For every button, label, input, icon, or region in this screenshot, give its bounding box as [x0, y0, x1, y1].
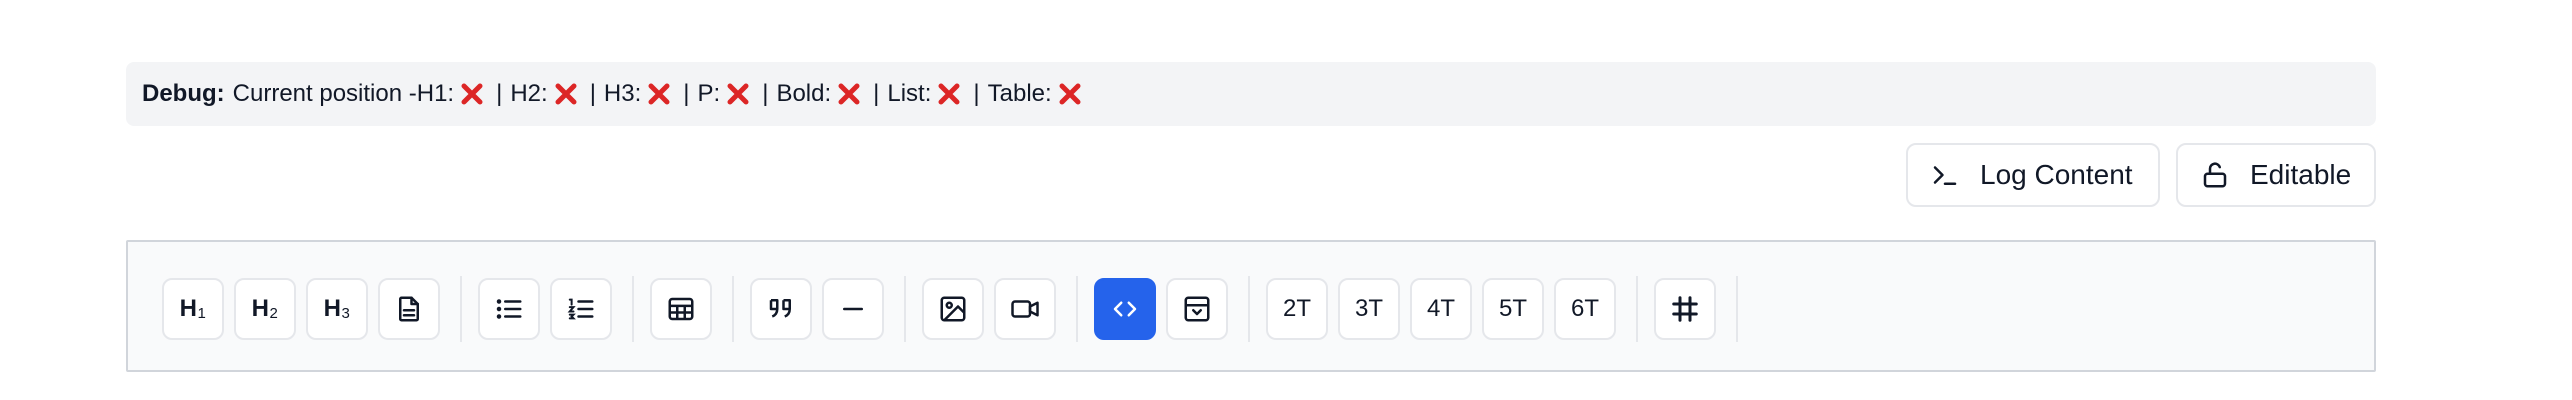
editable-label: Editable — [2250, 159, 2352, 190]
debug-p-label: P: — [697, 80, 721, 107]
debug-separator: | — [589, 80, 596, 107]
debug-h3-label: H3: — [603, 80, 642, 107]
grid-button[interactable] — [1654, 278, 1716, 340]
columns-2-button[interactable]: 2T — [1266, 278, 1328, 340]
archive-button[interactable] — [1166, 278, 1228, 340]
toolbar-divider — [1076, 276, 1078, 342]
columns-5-label: 5T — [1498, 295, 1527, 322]
debug-h2-label: H2: — [510, 80, 548, 107]
x-mark-icon — [727, 83, 749, 105]
debug-separator: | — [683, 80, 690, 107]
horizontal-rule-button[interactable] — [822, 278, 884, 340]
unlock-icon — [2203, 162, 2227, 188]
debug-bar: Debug: Current position - H1: | H2: | H3… — [126, 62, 2376, 126]
x-mark-icon — [461, 83, 483, 105]
code-icon — [1113, 301, 1137, 317]
table-icon — [668, 297, 694, 321]
debug-table-label: Table: — [987, 80, 1052, 107]
debug-bold-label: Bold: — [776, 80, 832, 107]
toolbar-divider — [632, 276, 634, 342]
editor-toolbar: H1 H2 H3 2T 3T 4T 5T 6T — [126, 240, 2376, 372]
columns-6-label: 6T — [1570, 295, 1599, 322]
blockquote-button[interactable] — [750, 278, 812, 340]
terminal-icon — [1933, 166, 1957, 185]
x-mark-icon — [838, 83, 860, 105]
debug-separator: | — [496, 80, 503, 107]
toolbar-divider — [1736, 276, 1738, 342]
debug-separator: | — [762, 80, 769, 107]
heading-3-button[interactable]: H3 — [306, 278, 368, 340]
numbered-list-button[interactable] — [550, 278, 612, 340]
toolbar-divider — [904, 276, 906, 342]
debug-h1-label: H1: — [416, 80, 455, 107]
bullet-list-icon — [496, 299, 522, 319]
debug-label: Debug: — [142, 80, 225, 107]
log-content-button[interactable]: Log Content — [1906, 143, 2160, 207]
toolbar-divider — [1636, 276, 1638, 342]
image-icon — [940, 296, 966, 322]
archive-icon — [1184, 296, 1210, 322]
table-button[interactable] — [650, 278, 712, 340]
toolbar-divider — [1248, 276, 1250, 342]
toolbar-divider — [732, 276, 734, 342]
columns-3-button[interactable]: 3T — [1338, 278, 1400, 340]
x-mark-icon — [1059, 83, 1081, 105]
minus-icon — [843, 307, 863, 311]
debug-separator: | — [973, 80, 980, 107]
heading-2-icon: H2 — [251, 295, 279, 322]
heading-1-button[interactable]: H1 — [162, 278, 224, 340]
log-content-label: Log Content — [1980, 159, 2133, 190]
hash-icon — [1672, 296, 1698, 322]
heading-2-button[interactable]: H2 — [234, 278, 296, 340]
numbered-list-icon — [567, 298, 594, 320]
video-icon — [1011, 300, 1039, 318]
bullet-list-button[interactable] — [478, 278, 540, 340]
insert-video-button[interactable] — [994, 278, 1056, 340]
x-mark-icon — [648, 83, 670, 105]
x-mark-icon — [555, 83, 577, 105]
debug-prefix: Current position - — [232, 80, 417, 107]
heading-3-icon: H3 — [323, 295, 351, 322]
toolbar-divider — [460, 276, 462, 342]
insert-image-button[interactable] — [922, 278, 984, 340]
x-mark-icon — [938, 83, 960, 105]
columns-6-button[interactable]: 6T — [1554, 278, 1616, 340]
debug-list-label: List: — [887, 80, 932, 107]
columns-4-button[interactable]: 4T — [1410, 278, 1472, 340]
columns-2-label: 2T — [1282, 295, 1311, 322]
columns-5-button[interactable]: 5T — [1482, 278, 1544, 340]
code-view-button[interactable] — [1094, 278, 1156, 340]
editable-toggle-button[interactable]: Editable — [2176, 143, 2376, 207]
heading-1-icon: H1 — [179, 295, 207, 322]
document-icon — [399, 296, 419, 322]
debug-separator: | — [873, 80, 880, 107]
columns-4-label: 4T — [1426, 295, 1455, 322]
columns-3-label: 3T — [1354, 295, 1383, 322]
paragraph-button[interactable] — [378, 278, 440, 340]
quote-icon — [769, 299, 791, 318]
